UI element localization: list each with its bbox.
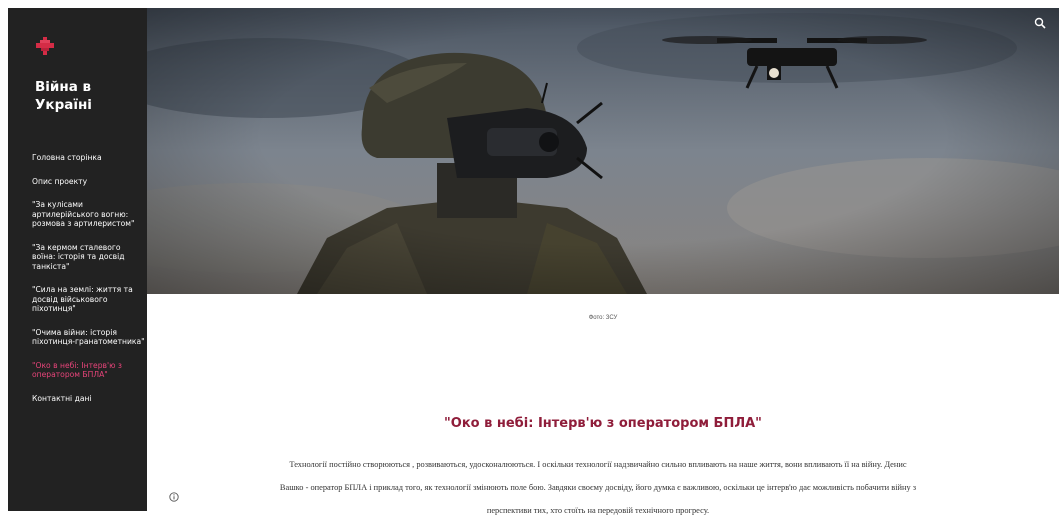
trident-cross-icon[interactable] [35, 36, 55, 56]
nav-item-tanker-story[interactable]: "За кермом сталевого воїна: історія та д… [32, 243, 146, 272]
sidebar: Війна в Україні Головна сторінка Опис пр… [8, 8, 147, 511]
article-title: "Око в небі: Інтерв'ю з оператором БПЛА" [444, 416, 762, 431]
search-icon[interactable] [1034, 17, 1046, 29]
site-title[interactable]: Війна в Україні [35, 78, 140, 114]
nav-item-uav-operator-interview[interactable]: "Око в небі: Інтерв'ю з оператором БПЛА" [32, 361, 146, 380]
nav-item-grenadier-story[interactable]: "Очима війни: історія піхотинця-гранатом… [32, 328, 146, 347]
nav-item-home[interactable]: Головна сторінка [32, 153, 146, 163]
soldier-with-drone-photo [147, 8, 1059, 294]
nav-item-artillery-interview[interactable]: "За кулісами артилерійського вогню: розм… [32, 200, 146, 229]
nav-item-project-description[interactable]: Опис проекту [32, 177, 146, 187]
nav-item-infantry-story[interactable]: "Сила на землі: життя та досвід військов… [32, 285, 146, 314]
sidebar-nav: Головна сторінка Опис проекту "За куліса… [32, 153, 146, 417]
article-body: Технології постійно створюються , розвив… [279, 460, 917, 515]
info-icon[interactable] [169, 492, 179, 502]
nav-item-contacts[interactable]: Контактні дані [32, 394, 146, 404]
hero-caption: Фото: ЗСУ [588, 315, 618, 321]
hero-image [147, 8, 1059, 294]
